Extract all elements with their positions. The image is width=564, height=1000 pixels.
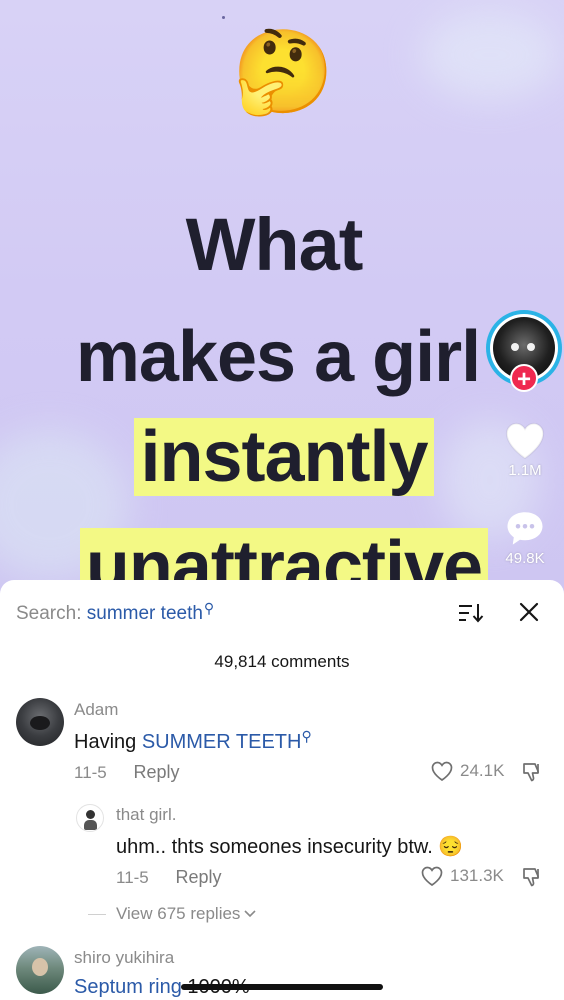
- comment-like-count: 131.3K: [450, 866, 504, 885]
- search-query[interactable]: summer teeth: [87, 603, 203, 624]
- reply-button[interactable]: Reply: [176, 867, 222, 887]
- search-icon: ⚲: [203, 600, 215, 616]
- video-comment-button[interactable]: 49.8K: [496, 508, 554, 567]
- headline-line-3: instantly: [134, 418, 434, 496]
- comments-sheet: Search: summer teeth⚲ 49,814 comments Ad…: [0, 580, 564, 1000]
- avatar[interactable]: [76, 804, 104, 832]
- comment-meta: 11-5 Reply: [116, 867, 222, 888]
- headline-line-2: makes a girl: [75, 317, 481, 397]
- comment-author[interactable]: shiro yukihira: [74, 948, 174, 968]
- comment-text: Having SUMMER TEETH⚲: [74, 728, 312, 754]
- comment-like-button[interactable]: 24.1K: [430, 760, 504, 782]
- heart-icon: [431, 761, 453, 782]
- dislike-icon[interactable]: [520, 865, 544, 894]
- video-like-count: 1.1M: [508, 462, 542, 479]
- comment-date: 11-5: [74, 763, 107, 782]
- video-like-button[interactable]: 1.1M: [496, 420, 554, 479]
- comment-author[interactable]: Adam: [74, 700, 118, 720]
- divider: [88, 913, 106, 915]
- comment-bubble-icon: [507, 512, 543, 545]
- close-icon[interactable]: [518, 601, 540, 628]
- home-indicator[interactable]: [181, 984, 383, 990]
- headline-line-1: What: [185, 203, 364, 286]
- comment-author[interactable]: that girl.: [116, 805, 176, 825]
- avatar[interactable]: [16, 698, 64, 746]
- search-label: Search:: [16, 603, 82, 624]
- view-replies-label: View 675 replies: [116, 904, 241, 923]
- comment-text-prefix: Having: [74, 731, 142, 753]
- view-replies-button[interactable]: View 675 replies: [88, 904, 257, 924]
- comment-count-title: 49,814 comments: [214, 652, 350, 671]
- comment-like-button[interactable]: 131.3K: [420, 865, 504, 887]
- heart-icon: [505, 422, 545, 460]
- comment-like-count: 24.1K: [460, 761, 505, 780]
- comment-search-bar[interactable]: Search: summer teeth⚲: [16, 600, 214, 625]
- follow-button[interactable]: +: [510, 364, 538, 393]
- dislike-icon[interactable]: [520, 760, 544, 789]
- reply-button[interactable]: Reply: [134, 762, 180, 782]
- video-comment-count: 49.8K: [505, 550, 545, 567]
- comment-search-link[interactable]: Septum ring: [74, 976, 182, 998]
- comment-search-link[interactable]: SUMMER TEETH: [142, 731, 302, 753]
- headline-highlight-row: instantly: [2, 418, 564, 496]
- sort-icon[interactable]: [458, 602, 484, 629]
- avatar[interactable]: [16, 946, 64, 994]
- search-icon: ⚲: [301, 728, 312, 744]
- heart-icon: [421, 866, 443, 887]
- thinking-face-emoji: 🤔: [232, 27, 335, 118]
- chevron-down-icon: [244, 910, 257, 918]
- comment-meta: 11-5 Reply: [74, 762, 180, 783]
- background-blob: [420, 10, 560, 100]
- comment-date: 11-5: [116, 868, 149, 887]
- video-player[interactable]: 🤔 What makes a girl instantly unattracti…: [0, 0, 564, 600]
- background-dot: [222, 16, 225, 19]
- comment-text: uhm.. thts someones insecurity btw. 😔: [116, 836, 464, 858]
